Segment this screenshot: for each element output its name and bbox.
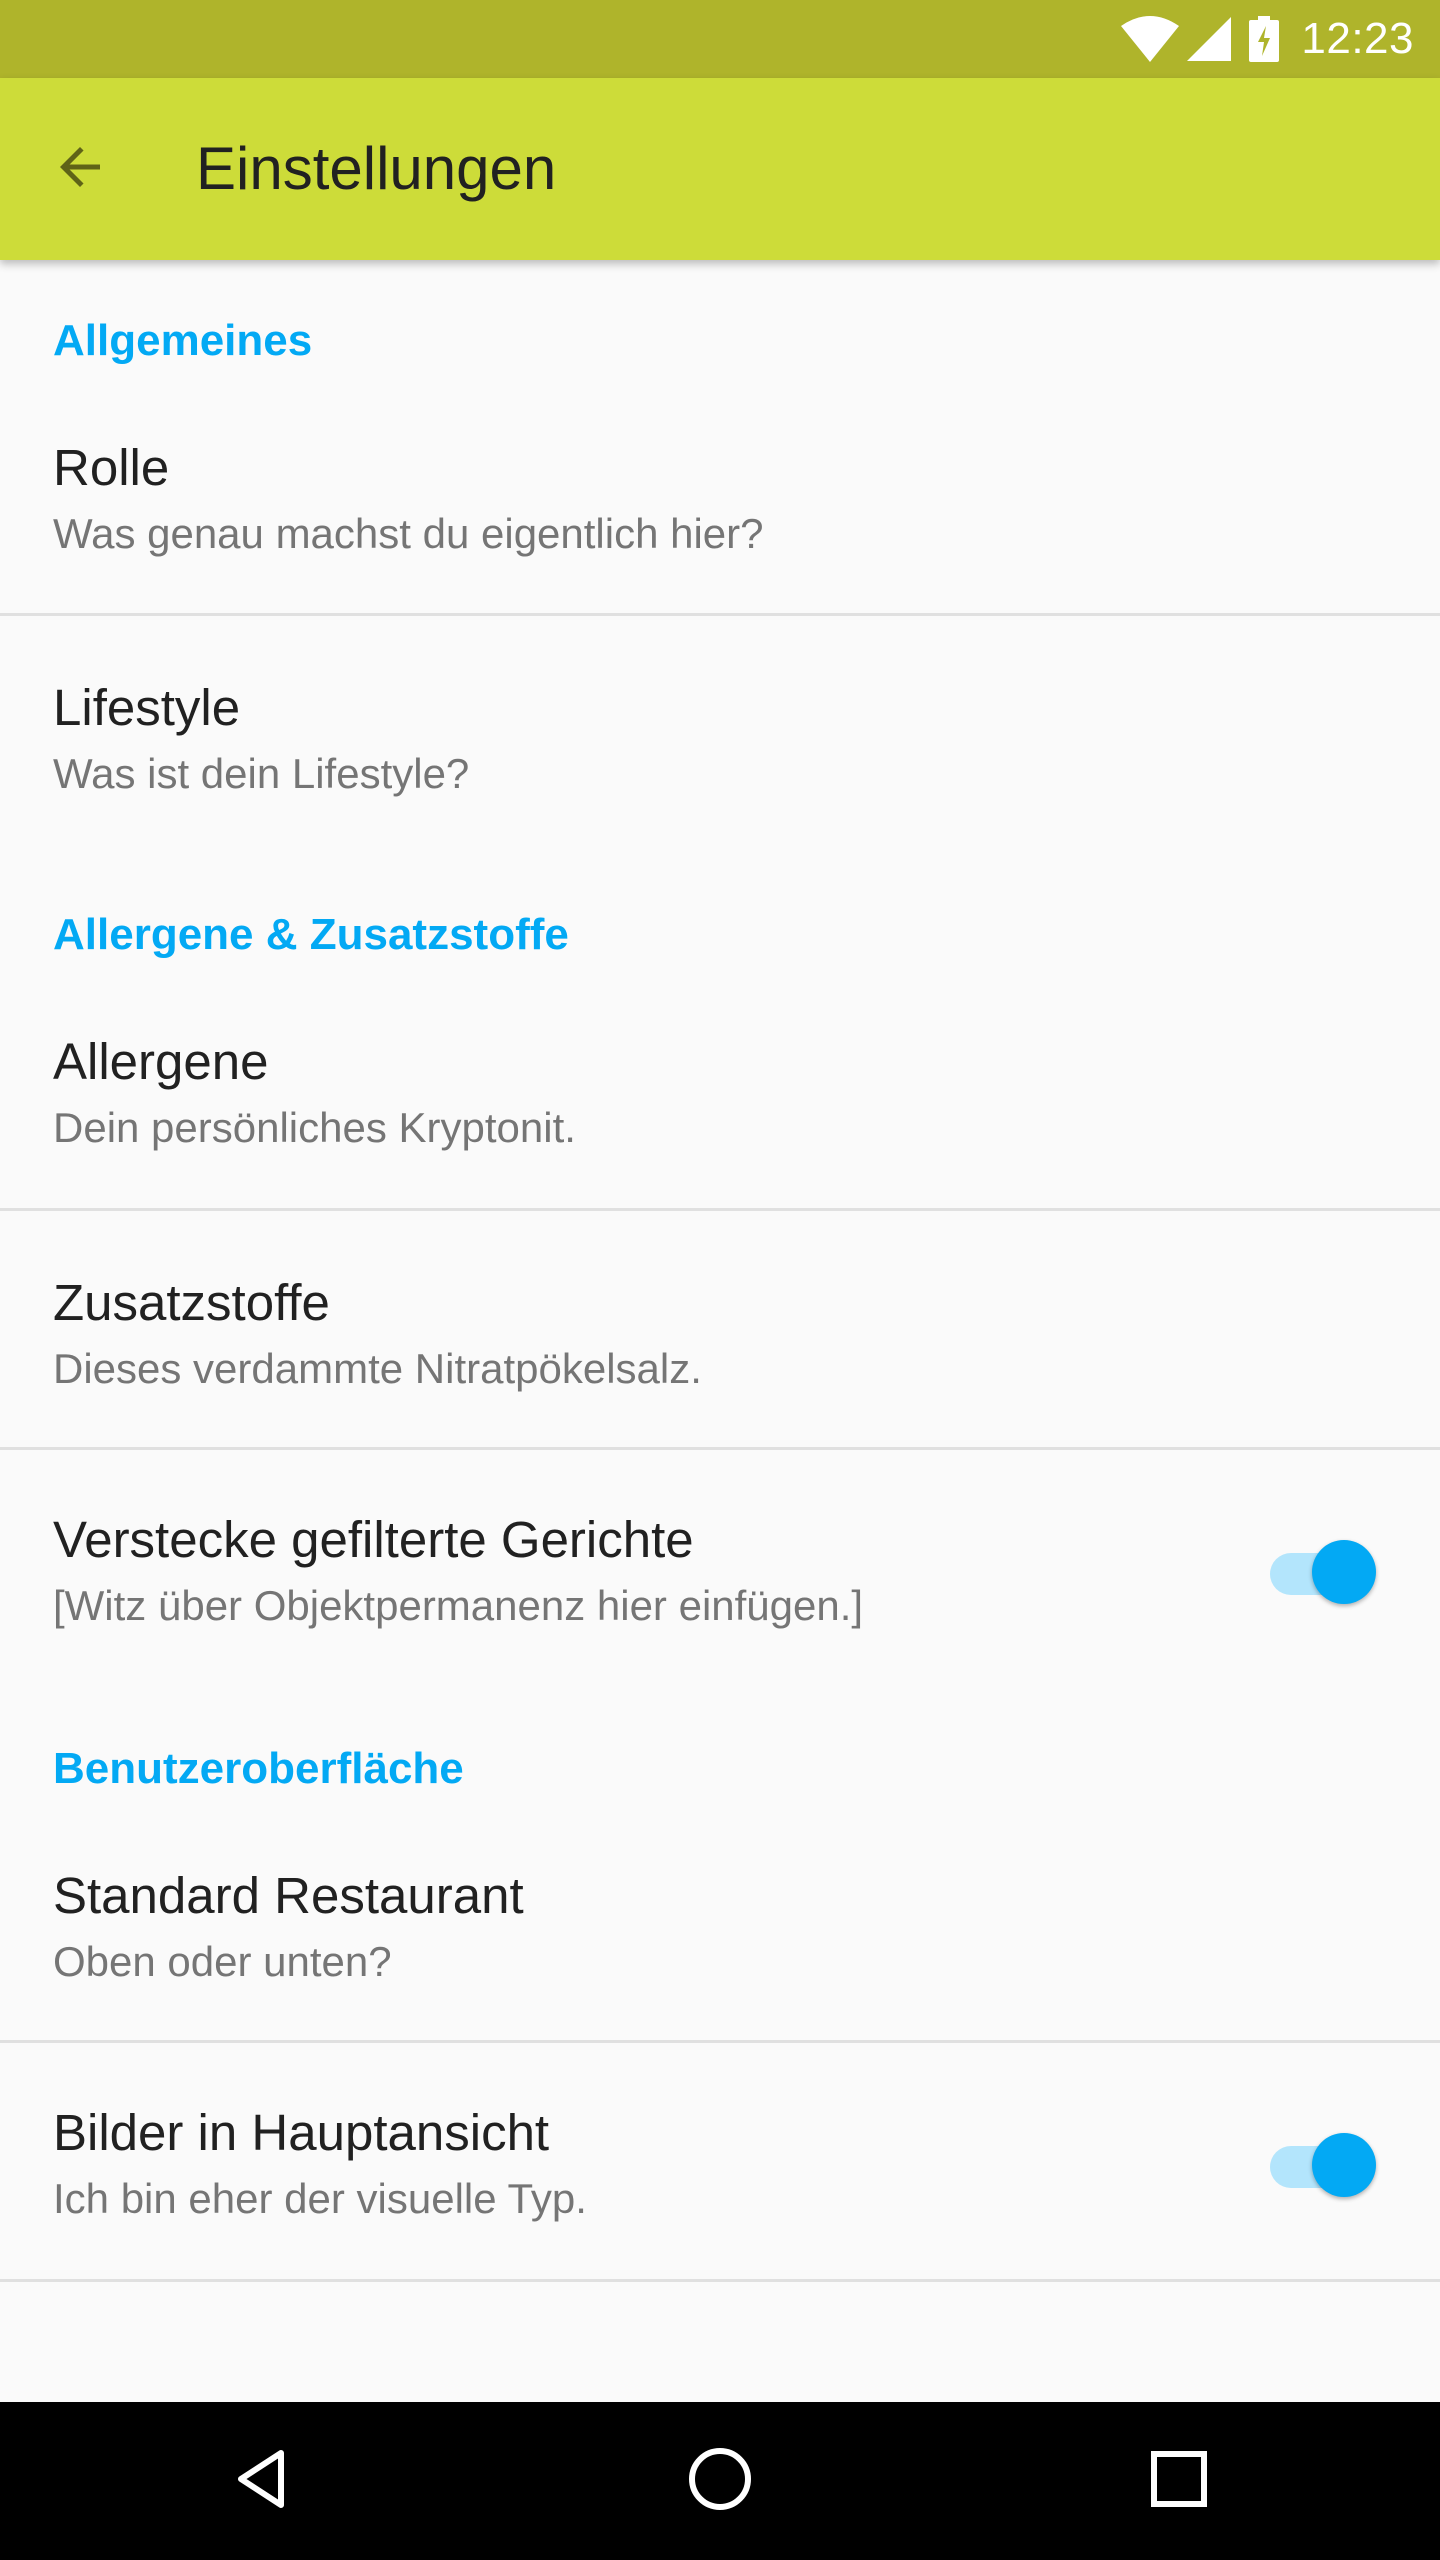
pref-additives[interactable]: Zusatzstoffe Dieses verdammte Nitratpöke…: [0, 1211, 1440, 1447]
switch-thumb: [1312, 2133, 1376, 2197]
pref-title: Standard Restaurant: [53, 1867, 524, 1924]
arrow-back-icon: [50, 137, 110, 202]
pref-title: Allergene: [53, 1033, 269, 1090]
page-title: Einstellungen: [196, 135, 557, 202]
pref-allergens[interactable]: Allergene Dein persönliches Kryptonit.: [0, 1000, 1440, 1208]
back-triangle-icon: [229, 2447, 293, 2516]
pref-default-restaurant[interactable]: Standard Restaurant Oben oder unten?: [0, 1830, 1440, 2042]
pref-images-main[interactable]: Bilder in Hauptansicht Ich bin eher der …: [0, 2043, 1440, 2279]
pref-title: Lifestyle: [53, 679, 241, 736]
app-bar: Einstellungen: [0, 78, 1440, 260]
images-main-switch[interactable]: [1266, 2123, 1378, 2199]
wifi-icon: [1121, 16, 1180, 62]
pref-hide-filtered[interactable]: Verstecke gefilterte Gerichte [Witz über…: [0, 1450, 1440, 1700]
status-time: 12:23: [1301, 14, 1414, 63]
divider: [0, 2279, 1440, 2282]
pref-title: Zusatzstoffe: [53, 1274, 330, 1331]
nav-recents-button[interactable]: [1125, 2427, 1233, 2535]
category-general: Allgemeines: [53, 316, 313, 365]
battery-charging-icon: [1249, 16, 1280, 62]
pref-summary: Was ist dein Lifestyle?: [53, 750, 470, 797]
signal-icon: [1187, 17, 1232, 61]
pref-summary: Dieses verdammte Nitratpökelsalz.: [53, 1345, 702, 1392]
pref-summary: Dein persönliches Kryptonit.: [53, 1104, 576, 1151]
pref-role[interactable]: Rolle Was genau machst du eigentlich hie…: [0, 410, 1440, 622]
pref-lifestyle[interactable]: Lifestyle Was ist dein Lifestyle?: [0, 616, 1440, 854]
pref-title: Rolle: [53, 439, 170, 496]
hide-filtered-switch[interactable]: [1266, 1530, 1378, 1606]
pref-summary: Oben oder unten?: [53, 1938, 392, 1985]
pref-summary: Was genau machst du eigentlich hier?: [53, 510, 764, 557]
settings-list: Allgemeines Rolle Was genau machst du ei…: [0, 260, 1440, 2402]
navigation-bar: [0, 2402, 1440, 2560]
switch-thumb: [1312, 1540, 1376, 1604]
home-circle-icon: [687, 2446, 753, 2517]
pref-summary: Ich bin eher der visuelle Typ.: [53, 2175, 587, 2222]
pref-summary: [Witz über Objektpermanenz hier einfügen…: [53, 1582, 864, 1629]
pref-title: Bilder in Hauptansicht: [53, 2104, 550, 2161]
nav-back-button[interactable]: [207, 2427, 315, 2535]
category-ui: Benutzeroberfläche: [53, 1744, 464, 1793]
nav-home-button[interactable]: [666, 2427, 774, 2535]
category-allergens: Allergene & Zusatzstoffe: [53, 910, 569, 959]
back-button[interactable]: [38, 127, 122, 211]
status-bar: 12:23: [0, 0, 1440, 78]
recents-square-icon: [1149, 2449, 1209, 2514]
status-icons: 12:23: [1121, 0, 1414, 78]
pref-title: Verstecke gefilterte Gerichte: [53, 1511, 694, 1568]
